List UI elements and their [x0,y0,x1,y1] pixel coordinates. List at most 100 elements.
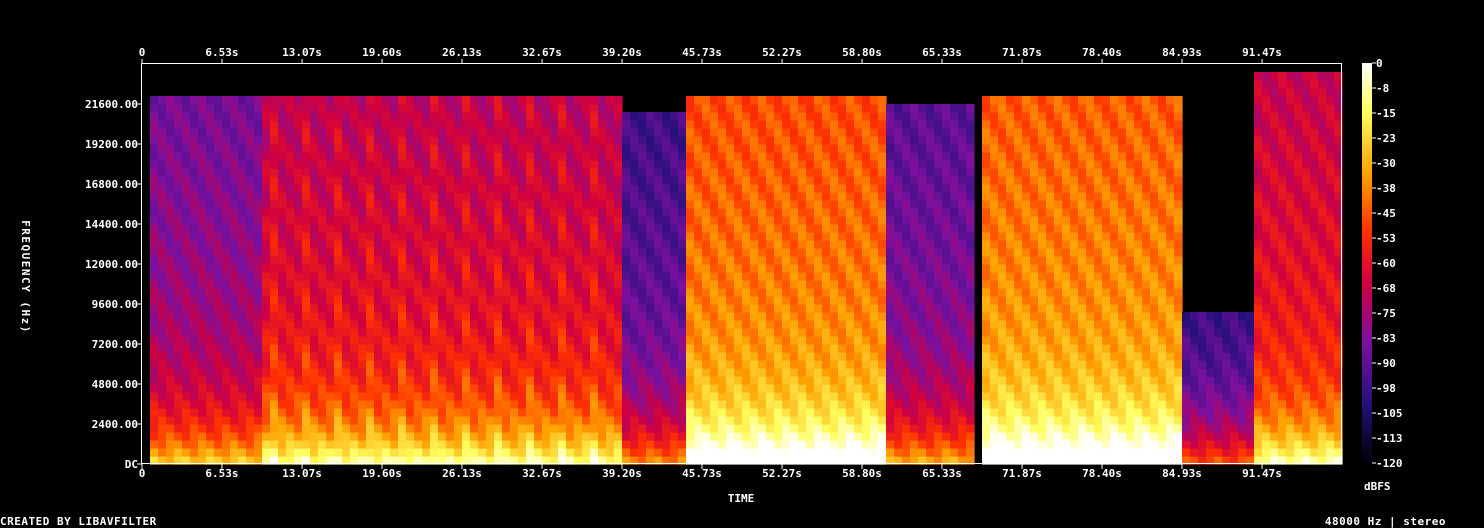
spectrogram-cell [342,160,351,169]
spectrogram-cell [334,248,343,257]
spectrogram-cell [694,440,703,449]
spectrogram-cell [406,400,415,409]
spectrogram-cell [342,184,351,193]
spectrogram-cell [478,440,487,449]
spectrogram-cell [302,272,311,281]
spectrogram-cell [382,112,391,121]
spectrogram-cell [294,384,303,393]
spectrogram-cell [830,336,839,345]
spectrogram-cell [254,360,263,369]
spectrogram-cell [198,240,207,249]
spectrogram-cell [854,144,863,153]
spectrogram-cell [302,416,311,425]
spectrogram-cell [782,176,791,185]
spectrogram-cell [790,432,799,441]
spectrogram-cell [870,200,879,209]
spectrogram-cell [406,344,415,353]
spectrogram-cell [950,288,959,297]
spectrogram-cell [782,320,791,329]
spectrogram-cell [662,240,671,249]
spectrogram-cell [998,224,1007,233]
spectrogram-cell [574,312,583,321]
spectrogram-cell [422,288,431,297]
spectrogram-cell [518,344,527,353]
spectrogram-cell [550,408,559,417]
spectrogram-cell [374,408,383,417]
spectrogram-cell [374,368,383,377]
spectrogram-cell [158,400,167,409]
spectrogram-cell [606,248,615,257]
spectrogram-cell [934,424,943,433]
spectrogram-cell [918,176,927,185]
spectrogram-cell [670,168,679,177]
spectrogram-cell [614,320,623,329]
spectrogram-cell [1030,392,1039,401]
spectrogram-cell [494,264,503,273]
spectrogram-cell [838,240,847,249]
spectrogram-cell [782,376,791,385]
spectrogram-cell [718,184,727,193]
spectrogram-cell [342,448,351,457]
spectrogram-cell [446,144,455,153]
spectrogram-cell [718,248,727,257]
spectrogram-cell [422,400,431,409]
spectrogram-cell [598,184,607,193]
spectrogram-cell [286,112,295,121]
spectrogram-cell [734,120,743,129]
spectrogram-cell [662,136,671,145]
spectrogram-cell [302,280,311,289]
spectrogram-cell [342,168,351,177]
spectrogram-cell [286,416,295,425]
spectrogram-cell [246,296,255,305]
spectrogram-cell [422,232,431,241]
spectrogram-cell [638,408,647,417]
spectrogram-cell [470,304,479,313]
spectrogram-cell [262,224,271,233]
spectrogram-cell [846,400,855,409]
spectrogram-cell [302,328,311,337]
spectrogram-cell [870,248,879,257]
spectrogram-cell [766,224,775,233]
spectrogram-cell [718,192,727,201]
spectrogram-cell [622,288,631,297]
spectrogram-cell [750,184,759,193]
spectrogram-cell [606,360,615,369]
spectrogram-cell [454,192,463,201]
spectrogram-cell [638,152,647,161]
spectrogram-cell [614,176,623,185]
spectrogram-cell [902,376,911,385]
spectrogram-cell [950,208,959,217]
spectrogram-cell [438,216,447,225]
spectrogram-cell [230,240,239,249]
spectrogram-cell [486,112,495,121]
spectrogram-cell [350,384,359,393]
spectrogram-cell [550,216,559,225]
spectrogram-cell [1014,184,1023,193]
spectrogram-cell [1006,120,1015,129]
spectrogram-cell [966,136,975,145]
spectrogram-cell [190,312,199,321]
spectrogram-cell [1006,128,1015,137]
spectrogram-cell [678,240,687,249]
spectrogram-cell [710,440,719,449]
spectrogram-cell [790,416,799,425]
spectrogram-cell [742,104,751,113]
spectrogram-cell [270,384,279,393]
spectrogram-cell [214,296,223,305]
spectrogram-cell [166,264,175,273]
spectrogram-cell [918,240,927,249]
spectrogram-cell [822,176,831,185]
spectrogram-cell [366,264,375,273]
spectrogram-cell [398,264,407,273]
spectrogram-cell [582,104,591,113]
spectrogram-cell [294,296,303,305]
spectrogram-cell [1006,312,1015,321]
spectrogram-cell [1006,344,1015,353]
spectrogram-cell [814,376,823,385]
spectrogram-cell [774,424,783,433]
spectrogram-cell [982,152,991,161]
spectrogram-cell [374,448,383,457]
spectrogram-cell [798,416,807,425]
spectrogram-cell [454,176,463,185]
spectrogram-cell [270,280,279,289]
